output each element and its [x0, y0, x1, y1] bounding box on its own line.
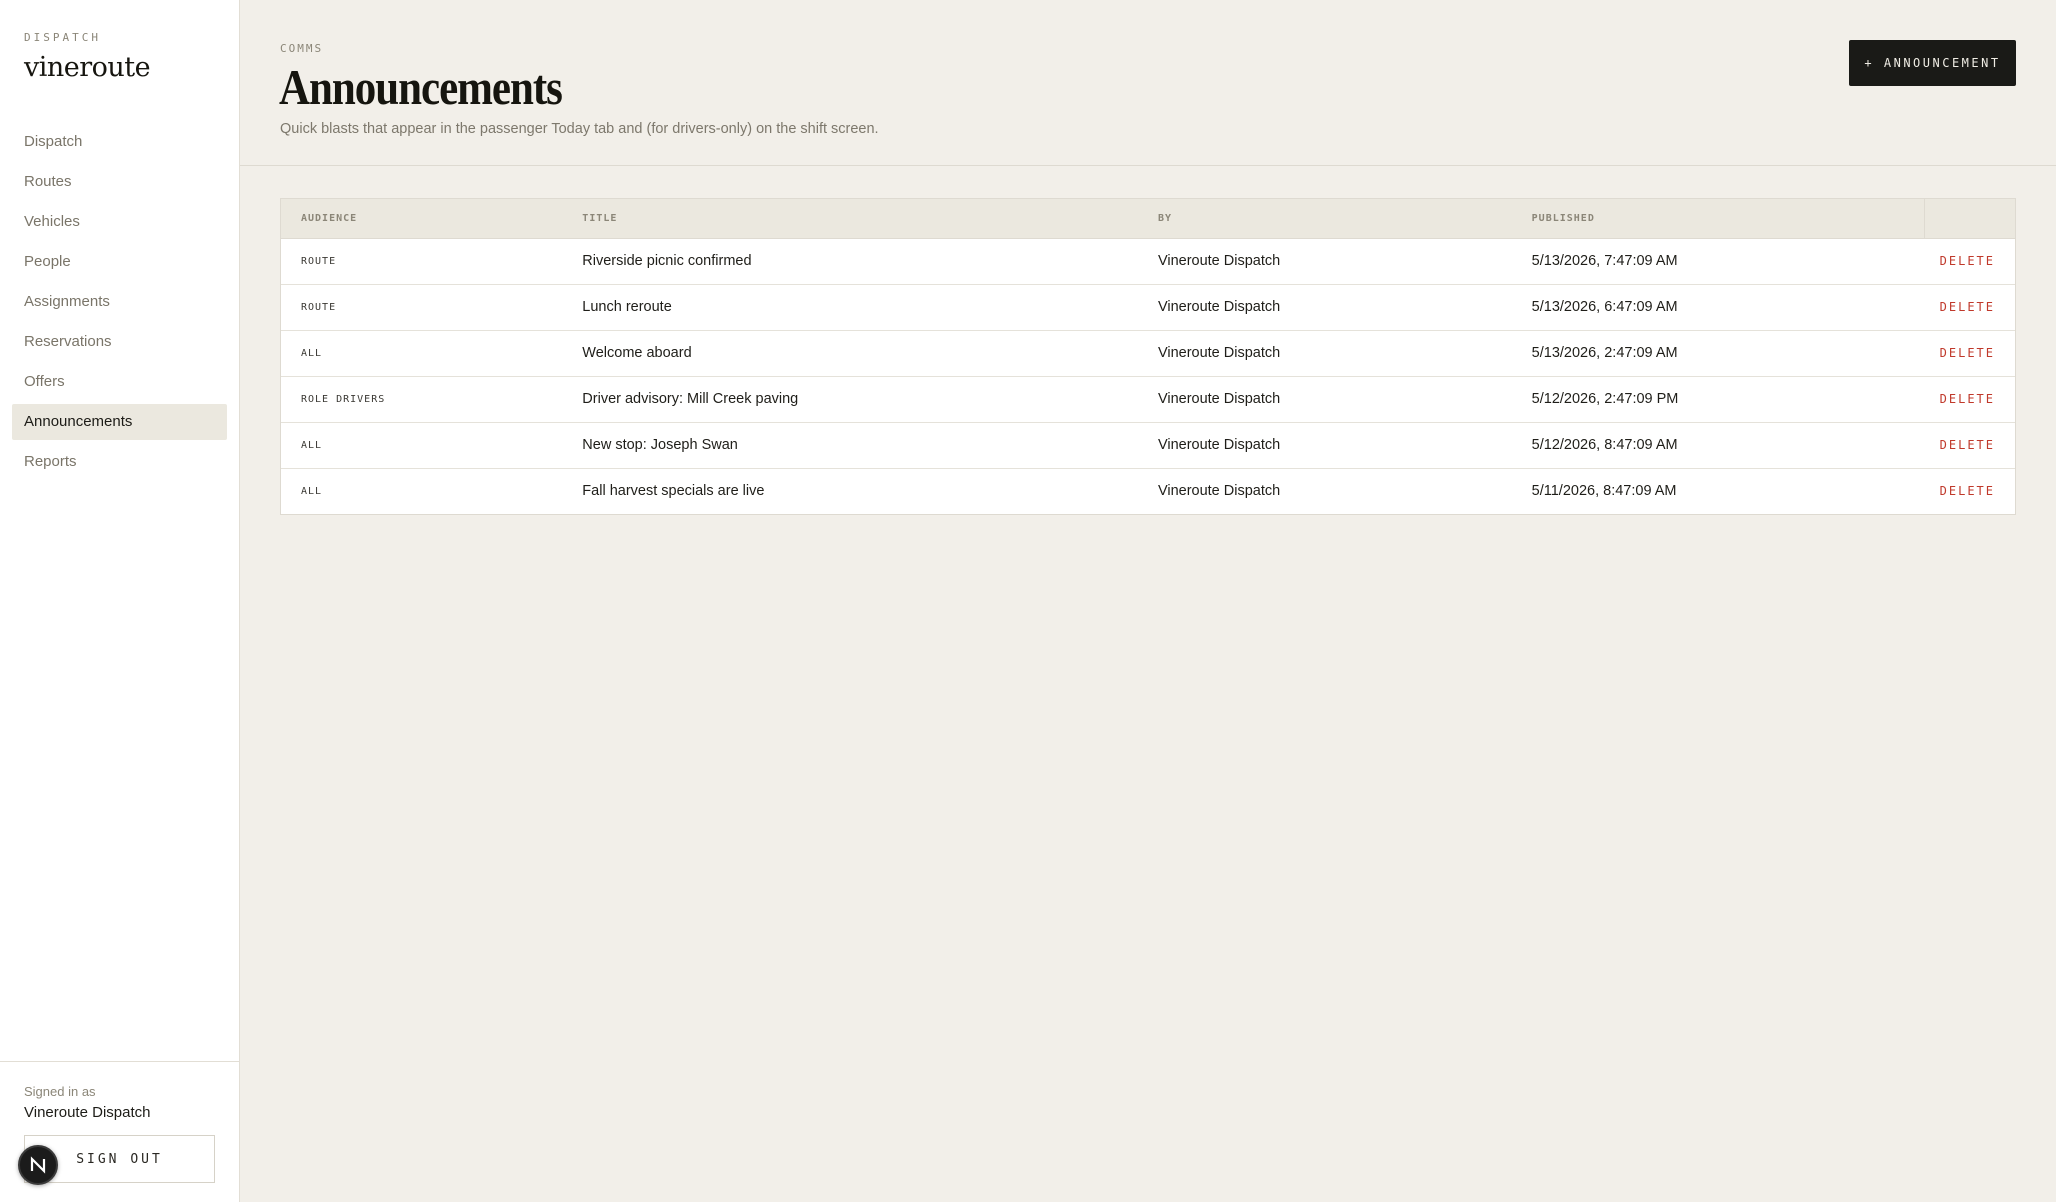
table-row: ALL New stop: Joseph Swan Vineroute Disp…	[281, 421, 2015, 468]
table-row: ALL Welcome aboard Vineroute Dispatch 5/…	[281, 329, 2015, 376]
sidebar: DISPATCH vineroute Dispatch Routes Vehic…	[0, 0, 240, 1202]
published-cell: 5/11/2026, 8:47:09 AM	[1511, 467, 1925, 514]
n-logo-icon	[30, 1156, 46, 1174]
column-header-title: TITLE	[562, 199, 1138, 239]
sidebar-item-assignments[interactable]: Assignments	[12, 284, 227, 320]
author-cell: Vineroute Dispatch	[1137, 283, 1512, 330]
page-title: Announcements	[279, 59, 563, 115]
sidebar-item-offers[interactable]: Offers	[12, 364, 227, 400]
actions-cell: DELETE	[1924, 283, 2015, 330]
actions-cell: DELETE	[1924, 375, 2015, 422]
delete-button[interactable]: DELETE	[1940, 484, 1995, 498]
title-cell: New stop: Joseph Swan	[562, 421, 1138, 468]
title-cell: Lunch reroute	[562, 283, 1138, 330]
column-header-actions	[1924, 199, 2015, 239]
published-cell: 5/13/2026, 2:47:09 AM	[1511, 329, 1925, 376]
sidebar-item-people[interactable]: People	[12, 244, 227, 280]
audience-cell: ALL	[281, 421, 563, 468]
published-cell: 5/13/2026, 6:47:09 AM	[1511, 283, 1925, 330]
published-cell: 5/12/2026, 8:47:09 AM	[1511, 421, 1925, 468]
table-row: ROUTE Lunch reroute Vineroute Dispatch 5…	[281, 283, 2015, 330]
actions-cell: DELETE	[1924, 467, 2015, 514]
actions-cell: DELETE	[1924, 329, 2015, 376]
title-cell: Riverside picnic confirmed	[582, 253, 752, 269]
actions-cell: DELETE	[1925, 238, 2015, 284]
author-cell: Vineroute Dispatch	[1137, 375, 1512, 422]
column-header-published: PUBLISHED	[1511, 199, 1925, 239]
audience-cell: ROUTE	[281, 283, 563, 330]
main-content: COMMS Announcements Quick blasts that ap…	[240, 0, 2056, 1202]
delete-button[interactable]: DELETE	[1940, 392, 1995, 406]
table-row: ROLE DRIVERS Driver advisory: Mill Creek…	[281, 375, 2015, 422]
table-header-row: AUDIENCE TITLE BY PUBLISHED	[281, 199, 2015, 239]
add-announcement-button[interactable]: + ANNOUNCEMENT	[1849, 40, 2016, 86]
audience-cell: ROLE DRIVERS	[281, 375, 563, 422]
signed-in-user: Vineroute Dispatch	[24, 1104, 151, 1121]
delete-button[interactable]: DELETE	[1940, 300, 1995, 314]
announcements-table: AUDIENCE TITLE BY PUBLISHED ROUTE Rivers…	[280, 198, 2016, 515]
sidebar-item-reports[interactable]: Reports	[12, 444, 227, 480]
dev-tools-badge-icon[interactable]	[18, 1145, 58, 1185]
author-cell: Vineroute Dispatch	[1137, 329, 1512, 376]
sidebar-item-announcements[interactable]: Announcements	[12, 404, 227, 440]
delete-button[interactable]: DELETE	[1940, 346, 1995, 360]
signed-in-label: Signed in as	[24, 1084, 96, 1099]
audience-cell: ALL	[281, 329, 563, 376]
sidebar-item-vehicles[interactable]: Vehicles	[12, 204, 227, 240]
audience-cell: ALL	[281, 467, 563, 514]
sidebar-item-dispatch[interactable]: Dispatch	[12, 124, 227, 160]
author-cell: Vineroute Dispatch	[1137, 467, 1512, 514]
column-header-audience: AUDIENCE	[281, 199, 563, 239]
brand-eyebrow: DISPATCH	[24, 31, 101, 44]
brand-logo[interactable]: vineroute	[24, 52, 151, 83]
title-cell: Driver advisory: Mill Creek paving	[562, 375, 1138, 422]
author-cell: Vineroute Dispatch	[1157, 253, 1281, 269]
sidebar-item-reservations[interactable]: Reservations	[12, 324, 227, 360]
author-cell: Vineroute Dispatch	[1137, 421, 1512, 468]
title-cell: Fall harvest specials are live	[562, 467, 1138, 514]
table-row: ROUTE Riverside picnic confirmed Vinerou…	[281, 238, 2015, 284]
column-header-by: BY	[1137, 199, 1512, 239]
published-cell: 5/12/2026, 2:47:09 PM	[1511, 375, 1925, 422]
audience-cell: ROUTE	[301, 255, 337, 267]
delete-button[interactable]: DELETE	[1940, 254, 1995, 268]
sidebar-nav: Dispatch Routes Vehicles People Assignme…	[12, 124, 227, 484]
page-subtitle: Quick blasts that appear in the passenge…	[280, 121, 879, 137]
page-header: COMMS Announcements Quick blasts that ap…	[240, 0, 2056, 166]
actions-cell: DELETE	[1924, 421, 2015, 468]
sidebar-item-routes[interactable]: Routes	[12, 164, 227, 200]
page-eyebrow: COMMS	[280, 42, 324, 55]
table-row: ALL Fall harvest specials are live Viner…	[281, 467, 2015, 514]
title-cell: Welcome aboard	[562, 329, 1138, 376]
published-cell: 5/13/2026, 7:47:09 AM	[1531, 253, 1678, 269]
delete-button[interactable]: DELETE	[1940, 438, 1995, 452]
